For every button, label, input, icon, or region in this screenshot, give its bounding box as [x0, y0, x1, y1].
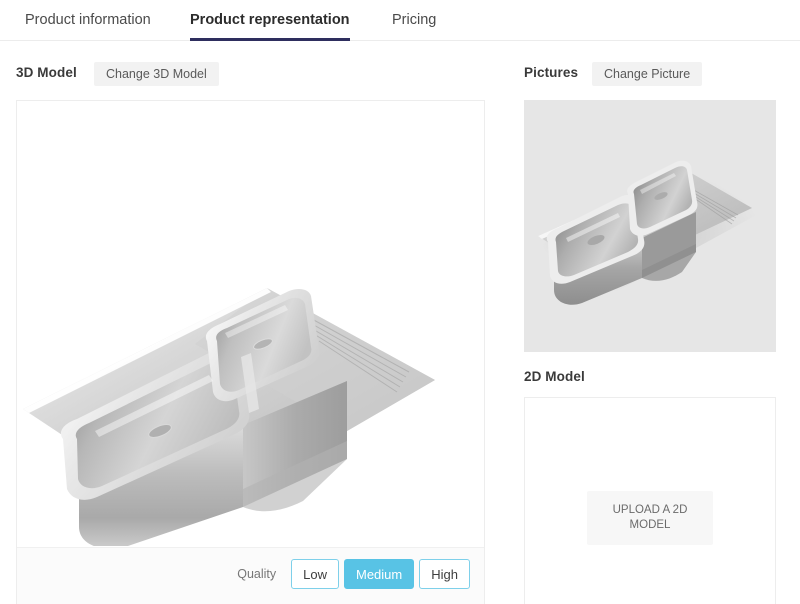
quality-option-low[interactable]: Low [291, 559, 339, 589]
section-title-pictures: Pictures [524, 65, 579, 80]
quality-option-medium[interactable]: Medium [344, 559, 415, 589]
3d-model-viewer-panel[interactable]: Quality Low Medium High [16, 100, 485, 604]
viewer-footer: Quality Low Medium High [17, 547, 484, 604]
change-picture-button[interactable]: Change Picture [592, 62, 703, 86]
picture-thumbnail-panel[interactable] [524, 100, 776, 352]
2d-model-panel[interactable]: UPLOAD A 2D MODEL [524, 397, 776, 604]
tab-product-information[interactable]: Product information [25, 0, 151, 41]
upload-2d-model-button[interactable]: UPLOAD A 2D MODEL [587, 491, 713, 545]
tab-product-representation[interactable]: Product representation [190, 0, 350, 41]
sink-3d-render [23, 288, 435, 546]
section-title-3d-model: 3D Model [16, 65, 77, 80]
section-title-2d-model: 2D Model [524, 369, 585, 384]
quality-selector: Quality Low Medium High [237, 559, 470, 589]
tab-pricing[interactable]: Pricing [392, 0, 436, 41]
quality-label: Quality [237, 567, 277, 581]
change-3d-model-button[interactable]: Change 3D Model [94, 62, 219, 86]
sink-picture-thumbnail [524, 100, 776, 352]
quality-option-high[interactable]: High [419, 559, 470, 589]
tab-bar: Product information Product representati… [0, 0, 800, 41]
3d-model-canvas[interactable] [17, 101, 484, 546]
